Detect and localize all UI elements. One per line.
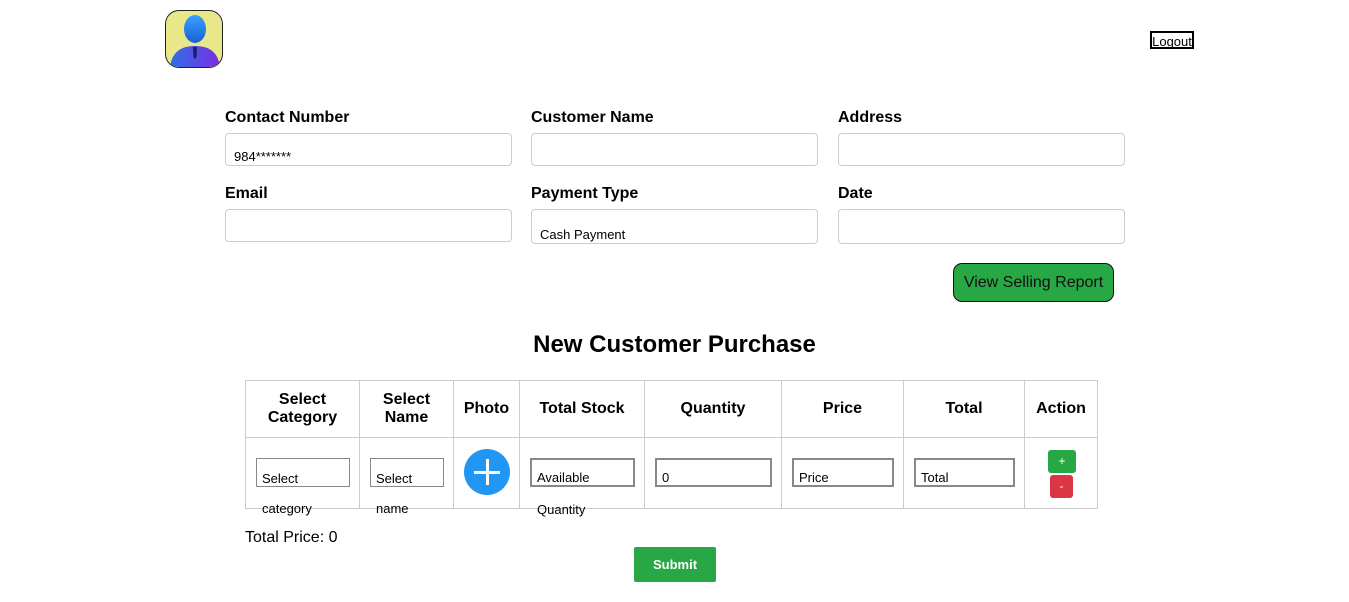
name-select[interactable]: Select [370,458,444,487]
total-input[interactable]: Total [914,458,1015,487]
header-photo: Photo [453,380,520,438]
add-photo-icon[interactable] [464,449,510,495]
contact-number-field[interactable]: 984******* [225,133,512,166]
address-field[interactable] [838,133,1125,166]
total-cell: Total [903,437,1025,509]
user-avatar-icon[interactable] [165,10,223,68]
table-header-row: Select Category Select Name Photo Total St… [245,380,1098,438]
category-cell: Select category [245,437,360,516]
stock-placeholder: Available [537,470,590,485]
quantity-cell: 0 [644,437,782,509]
payment-type-label: Payment Type [531,185,639,202]
logout-button[interactable]: Logout [1150,31,1194,49]
header-total: Total [903,380,1025,438]
header-name-line1: Select [382,391,431,408]
header-action: Action [1024,380,1098,438]
price-placeholder: Price [799,470,829,485]
address-label: Address [838,109,903,126]
header-quantity: Quantity [644,380,782,438]
email-field[interactable] [225,209,512,242]
email-label: Email [225,185,268,202]
section-title: New Customer Purchase [533,331,816,358]
date-label: Date [838,185,873,202]
total-placeholder: Total [921,470,949,485]
header-select-name: Select Name [359,380,454,438]
action-cell: + - [1024,437,1098,509]
add-row-button[interactable]: + [1048,450,1076,473]
view-selling-report-button[interactable]: View Selling Report [953,263,1114,302]
header-category-line1: Select [278,391,327,408]
table-row: Select category Select name Available Qu… [245,437,1098,517]
submit-button[interactable]: Submit [634,547,716,582]
customer-name-field[interactable] [531,133,818,166]
name-placeholder: Select [376,471,413,486]
price-input[interactable]: Price [792,458,894,487]
quantity-value: 0 [662,470,670,485]
header-select-category: Select Category [245,380,360,438]
payment-type-select[interactable]: Cash Payment [531,209,818,244]
stock-cell: Available Quantity [519,437,645,517]
stock-placeholder-line2: Quantity [537,502,586,517]
price-cell: Price [781,437,904,509]
name-placeholder-line2: name [376,501,409,516]
category-select[interactable]: Select [256,458,350,487]
category-placeholder: Select [262,471,299,486]
quantity-input[interactable]: 0 [655,458,772,487]
total-price: Total Price: 0 [245,529,338,546]
contact-number-label: Contact Number [225,109,350,126]
name-cell: Select name [359,437,454,516]
category-placeholder-line2: category [262,501,312,516]
payment-type-value: Cash Payment [540,227,626,242]
photo-cell [453,437,520,509]
available-quantity-field[interactable]: Available [530,458,635,487]
header-total-stock: Total Stock [519,380,645,438]
header-name-line2: Name [384,409,429,426]
header-category-line2: Category [267,409,338,426]
header-price: Price [781,380,904,438]
purchase-table: Select Category Select Name Photo Total St… [245,380,1098,517]
contact-number-value: 984******* [234,149,292,164]
remove-row-button[interactable]: - [1050,475,1073,498]
date-field[interactable] [838,209,1125,244]
customer-name-label: Customer Name [531,109,654,126]
